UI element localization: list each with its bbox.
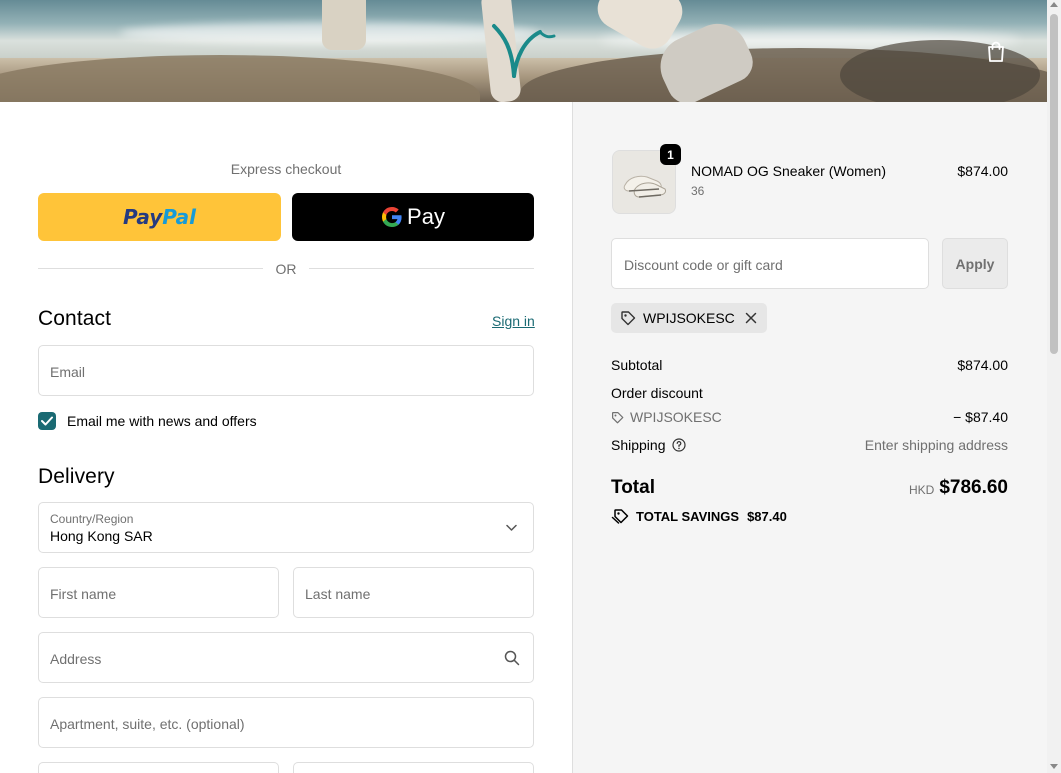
newsletter-checkbox[interactable]: [38, 412, 56, 430]
banner-rock: [840, 40, 1040, 102]
contact-heading: Contact: [38, 307, 112, 330]
google-pay-button[interactable]: Pay: [292, 193, 534, 241]
chevron-down-icon: [506, 524, 517, 531]
checkmark-icon: [41, 416, 53, 426]
subtotal-label: Subtotal: [611, 357, 663, 373]
search-icon: [504, 650, 520, 666]
applied-discount-code: WPIJSOKESC: [643, 310, 735, 326]
apartment-placeholder: Apartment, suite, etc. (optional): [50, 716, 245, 732]
total-value: $786.60: [939, 477, 1008, 498]
last-name-placeholder: Last name: [305, 586, 371, 602]
banner-rock: [0, 55, 480, 102]
country-label: Country/Region: [50, 512, 134, 526]
country-value: Hong Kong SAR: [50, 528, 153, 544]
total-savings: TOTAL SAVINGS $87.40: [611, 508, 787, 524]
shipping-label: Shipping: [611, 437, 666, 453]
total-label: Total: [611, 477, 655, 498]
scroll-down-arrow-icon[interactable]: [1050, 764, 1058, 769]
paypal-button[interactable]: Pay Pal: [38, 193, 281, 241]
tag-icon: [621, 311, 636, 326]
express-checkout-label: Express checkout: [230, 161, 342, 177]
paypal-logo-part: Pay: [122, 205, 163, 229]
close-icon: [745, 312, 757, 324]
remove-discount-button[interactable]: [745, 312, 757, 324]
tag-icon: [612, 411, 624, 423]
discount-placeholder: Discount code or gift card: [624, 257, 783, 273]
first-name-placeholder: First name: [50, 586, 117, 602]
delivery-heading: Delivery: [38, 465, 115, 488]
or-text: OR: [275, 261, 297, 277]
country-select[interactable]: Country/Region Hong Kong SAR: [38, 502, 534, 553]
last-name-field[interactable]: Last name: [293, 567, 534, 618]
order-discount-value: − $87.40: [953, 409, 1008, 425]
cart-button[interactable]: [982, 38, 1010, 66]
banner-figure: [322, 0, 366, 50]
shipping-value: Enter shipping address: [864, 437, 1008, 453]
paypal-logo-part: Pal: [162, 205, 197, 229]
total-currency: HKD: [909, 483, 935, 497]
sign-in-link[interactable]: Sign in: [492, 313, 535, 329]
apartment-field[interactable]: Apartment, suite, etc. (optional): [38, 697, 534, 748]
first-name-field[interactable]: First name: [38, 567, 279, 618]
discount-code-input[interactable]: Discount code or gift card: [611, 238, 929, 289]
savings-value: $87.40: [747, 508, 787, 524]
header-banner: [0, 0, 1047, 102]
brand-logo-icon[interactable]: [490, 18, 560, 88]
google-pay-label: Pay: [407, 204, 445, 229]
address-field[interactable]: Address: [38, 632, 534, 683]
help-circle-icon[interactable]: [671, 438, 686, 452]
scroll-up-arrow-icon[interactable]: [1050, 2, 1058, 7]
email-field[interactable]: Email: [38, 345, 534, 396]
google-g-icon: [382, 207, 402, 227]
shopping-bag-icon: [988, 41, 1004, 62]
divider-line: [309, 268, 534, 269]
product-name: NOMAD OG Sneaker (Women): [691, 163, 887, 179]
savings-tag-icon: [611, 509, 629, 524]
or-divider: OR: [38, 260, 534, 278]
address-placeholder: Address: [50, 651, 102, 667]
order-discount-label: Order discount: [611, 385, 703, 401]
order-discount-code: WPIJSOKESC: [630, 409, 722, 425]
savings-label: TOTAL SAVINGS: [636, 508, 740, 524]
product-price: $874.00: [957, 163, 1008, 179]
newsletter-label: Email me with news and offers: [67, 413, 257, 429]
product-variant: 36: [691, 184, 705, 198]
order-discount-code-row: WPIJSOKESC: [611, 409, 722, 425]
page-scrollbar[interactable]: [1047, 0, 1061, 773]
applied-discount-chip: WPIJSOKESC: [611, 303, 767, 333]
city-field[interactable]: [38, 762, 279, 773]
quantity-badge: 1: [660, 144, 681, 165]
email-placeholder: Email: [50, 364, 86, 380]
subtotal-value: $874.00: [957, 357, 1008, 373]
scroll-thumb[interactable]: [1050, 14, 1058, 354]
district-field[interactable]: [293, 762, 534, 773]
apply-discount-button[interactable]: Apply: [942, 238, 1008, 289]
newsletter-option[interactable]: Email me with news and offers: [38, 411, 257, 431]
shipping-row: Shipping: [611, 437, 686, 453]
